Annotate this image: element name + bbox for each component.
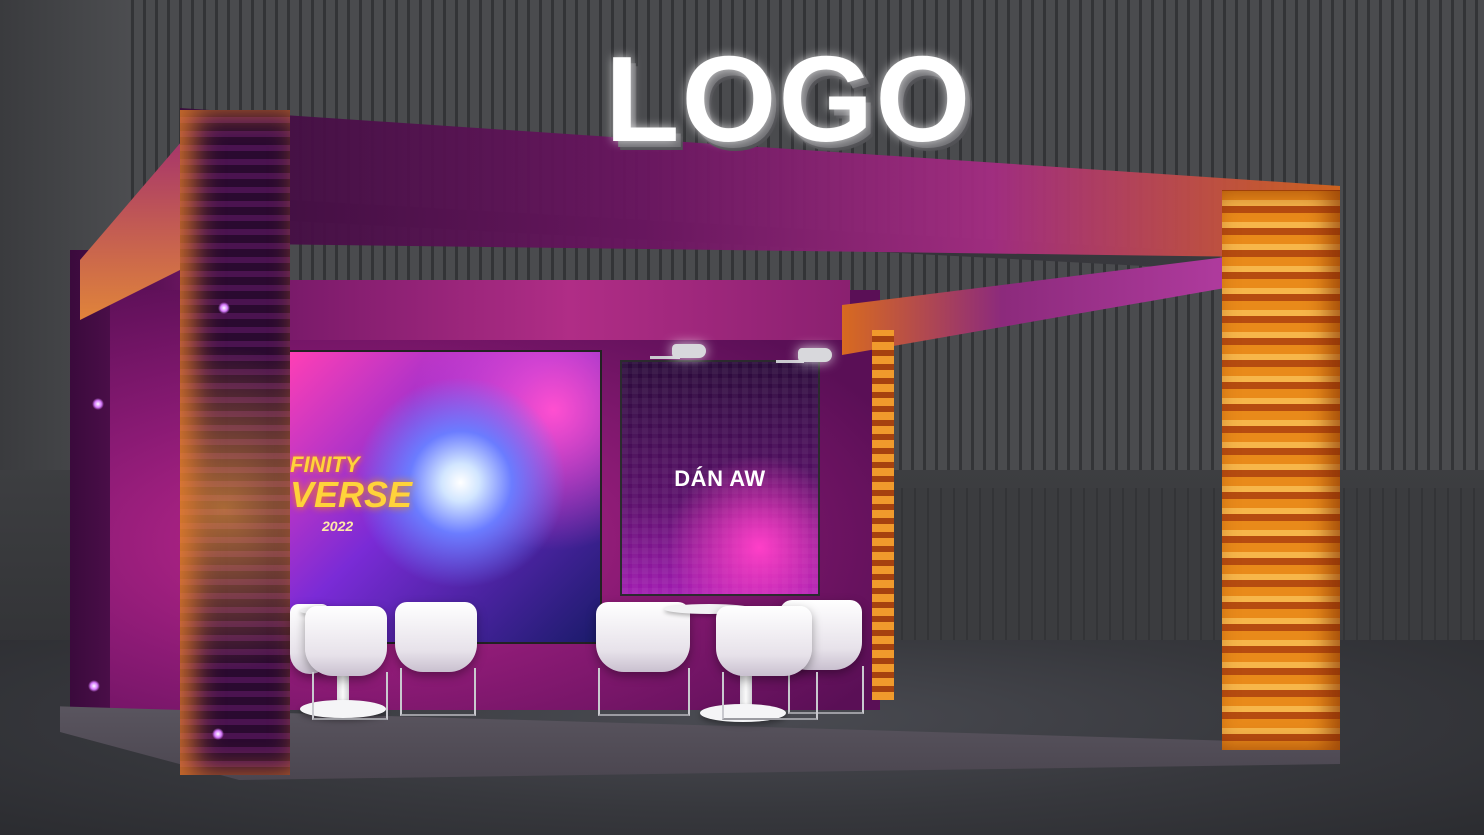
screen-year: 2022 <box>322 518 354 534</box>
led-screen: FINITY VERSE 2022 <box>288 350 602 644</box>
chair-legs <box>312 672 388 720</box>
artwork-panel: DÁN AW <box>620 360 820 596</box>
spotlight-icon <box>672 344 706 358</box>
led-sparkle <box>212 728 224 740</box>
spotlight-icon <box>798 348 832 362</box>
booth-back-header <box>290 280 850 340</box>
left-column-led <box>180 110 290 775</box>
booth-render-scene: FINITY VERSE 2022 DÁN AW LOGO <box>0 0 1484 835</box>
screen-title-line2: VERSE <box>290 474 413 515</box>
chair <box>305 606 387 676</box>
middle-column-led <box>872 330 894 700</box>
led-sparkle <box>218 302 230 314</box>
booth-logo-sign: LOGO <box>605 31 973 167</box>
led-sparkle <box>92 398 104 410</box>
right-column-led <box>1222 190 1340 750</box>
chair-legs <box>598 668 690 716</box>
chair-legs <box>400 668 476 716</box>
artwork-label: DÁN AW <box>674 466 766 491</box>
chair <box>716 606 812 676</box>
wall-lower-slats <box>890 488 1484 658</box>
led-sparkle <box>88 680 100 692</box>
chair-legs <box>722 672 818 720</box>
chair <box>395 602 477 672</box>
